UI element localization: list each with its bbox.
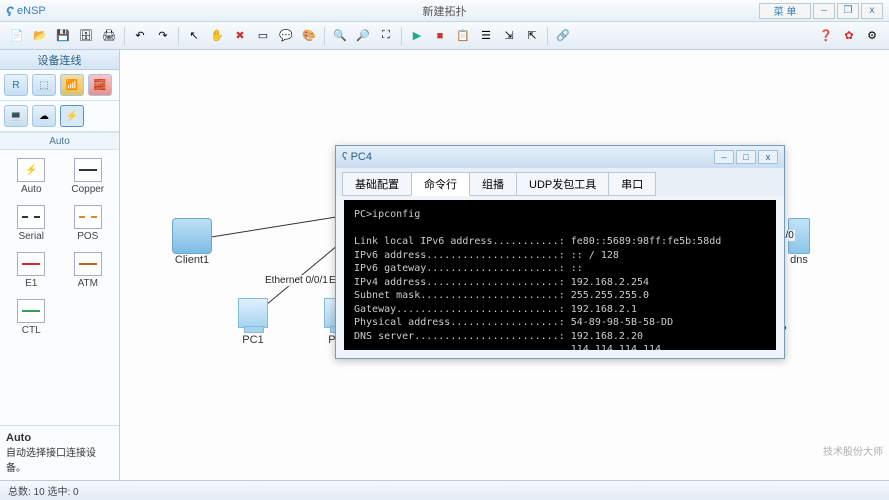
stop-icon[interactable]: ■ — [429, 25, 451, 47]
conn-pos[interactable]: POS — [61, 201, 116, 246]
conn-auto[interactable]: ⚡Auto — [4, 154, 59, 199]
wlan-category-icon[interactable]: 📶 — [60, 74, 84, 96]
firewall-category-icon[interactable]: 🧱 — [88, 74, 112, 96]
text-icon[interactable]: 💬 — [275, 25, 297, 47]
huawei-icon[interactable]: ✿ — [838, 25, 860, 47]
settings-icon[interactable]: ⚙ — [861, 25, 883, 47]
tab-basic[interactable]: 基础配置 — [342, 172, 412, 196]
client-icon — [172, 218, 212, 254]
undo-icon[interactable]: ↶ — [129, 25, 151, 47]
zoomout-icon[interactable]: 🔎 — [352, 25, 374, 47]
sidebar-sub: Auto — [0, 132, 119, 150]
device-category-row: R ⬚ 📶 🧱 — [0, 70, 119, 101]
conn-atm[interactable]: ATM — [61, 248, 116, 293]
link-icon[interactable]: 🔗 — [552, 25, 574, 47]
tab-udp[interactable]: UDP发包工具 — [516, 172, 609, 196]
conn-serial[interactable]: Serial — [4, 201, 59, 246]
marquee-icon[interactable]: ▭ — [252, 25, 274, 47]
toolbar: 📄 📂 💾 🗄 🖨 ↶ ↷ ↖ ✋ ✖ ▭ 💬 🎨 🔍 🔎 ⛶ ▶ ■ 📋 ☰ … — [0, 22, 889, 50]
node-pc1[interactable]: PC1 — [238, 298, 268, 346]
zoomin-icon[interactable]: 🔍 — [329, 25, 351, 47]
open-icon[interactable]: 📂 — [29, 25, 51, 47]
node-client1[interactable]: Client1 — [172, 218, 212, 266]
app-name: eNSP — [17, 5, 46, 17]
device-category-row2: 💻 ☁ ⚡ — [0, 101, 119, 132]
list-icon[interactable]: ☰ — [475, 25, 497, 47]
new-icon[interactable]: 📄 — [6, 25, 28, 47]
edge-label: Ethernet 0/0/1 — [264, 275, 329, 286]
sidebar: 设备连线 R ⬚ 📶 🧱 💻 ☁ ⚡ Auto ⚡Auto Copper Ser… — [0, 50, 120, 480]
watermark: 技术股份大师 — [823, 443, 883, 458]
title-bar: ʕ eNSP 新建拓扑 菜 单 ‒ ❐ x — [0, 0, 889, 22]
tab-serial[interactable]: 串口 — [608, 172, 656, 196]
pan-icon[interactable]: ✋ — [206, 25, 228, 47]
palette-icon[interactable]: 🎨 — [298, 25, 320, 47]
menu-button[interactable]: 菜 单 — [759, 3, 811, 19]
conn-e1[interactable]: E1 — [4, 248, 59, 293]
pc4-dialog[interactable]: ʕ PC4 – □ x 基础配置 命令行 组播 UDP发包工具 串口 PC>ip… — [335, 145, 785, 359]
dlg-max-button[interactable]: □ — [736, 150, 756, 164]
router-category-icon[interactable]: R — [4, 74, 28, 96]
node-dns[interactable]: dns — [788, 218, 810, 266]
dlg-min-button[interactable]: – — [714, 150, 734, 164]
status-text: 总数: 10 选中: 0 — [8, 483, 79, 498]
minimize-button[interactable]: ‒ — [813, 3, 835, 19]
export-icon[interactable]: ⇲ — [498, 25, 520, 47]
maximize-button[interactable]: ❐ — [837, 3, 859, 19]
desc-body: 自动选择接口连接设备。 — [6, 448, 96, 474]
tab-multicast[interactable]: 组播 — [469, 172, 517, 196]
description-box: Auto 自动选择接口连接设备。 — [0, 425, 119, 480]
tab-cli[interactable]: 命令行 — [411, 172, 470, 196]
pc-icon — [238, 298, 268, 328]
doc-title: 新建拓扑 — [423, 3, 467, 19]
connection-grid: ⚡Auto Copper Serial POS E1 ATM CTL — [0, 150, 119, 344]
pointer-icon[interactable]: ↖ — [183, 25, 205, 47]
dialog-titlebar[interactable]: ʕ PC4 – □ x — [336, 146, 784, 168]
import-icon[interactable]: ⇱ — [521, 25, 543, 47]
status-bar: 总数: 10 选中: 0 — [0, 480, 889, 500]
print-icon[interactable]: 🖨 — [98, 25, 120, 47]
switch-category-icon[interactable]: ⬚ — [32, 74, 56, 96]
redo-icon[interactable]: ↷ — [152, 25, 174, 47]
pc-category-icon[interactable]: 💻 — [4, 105, 28, 127]
terminal-output[interactable]: PC>ipconfig Link local IPv6 address.....… — [344, 200, 776, 350]
close-button[interactable]: x — [861, 3, 883, 19]
dialog-title: PC4 — [351, 151, 372, 163]
dlg-close-button[interactable]: x — [758, 150, 778, 164]
capture-icon[interactable]: 📋 — [452, 25, 474, 47]
help-icon[interactable]: ❓ — [815, 25, 837, 47]
saveall-icon[interactable]: 🗄 — [75, 25, 97, 47]
app-logo: ʕ — [6, 3, 13, 19]
desc-title: Auto — [6, 432, 31, 444]
cloud-category-icon[interactable]: ☁ — [32, 105, 56, 127]
conn-ctl[interactable]: CTL — [4, 295, 59, 340]
conn-category-icon[interactable]: ⚡ — [60, 105, 84, 127]
sidebar-header: 设备连线 — [0, 50, 119, 70]
topology-canvas[interactable]: Client1 PC1 PC2 PC3 PC4 dns HTTP Etherne… — [120, 50, 889, 480]
fit-icon[interactable]: ⛶ — [375, 25, 397, 47]
start-icon[interactable]: ▶ — [406, 25, 428, 47]
conn-copper[interactable]: Copper — [61, 154, 116, 199]
app-small-icon: ʕ — [342, 151, 348, 163]
save-icon[interactable]: 💾 — [52, 25, 74, 47]
delete-icon[interactable]: ✖ — [229, 25, 251, 47]
dialog-tabs: 基础配置 命令行 组播 UDP发包工具 串口 — [336, 168, 784, 196]
